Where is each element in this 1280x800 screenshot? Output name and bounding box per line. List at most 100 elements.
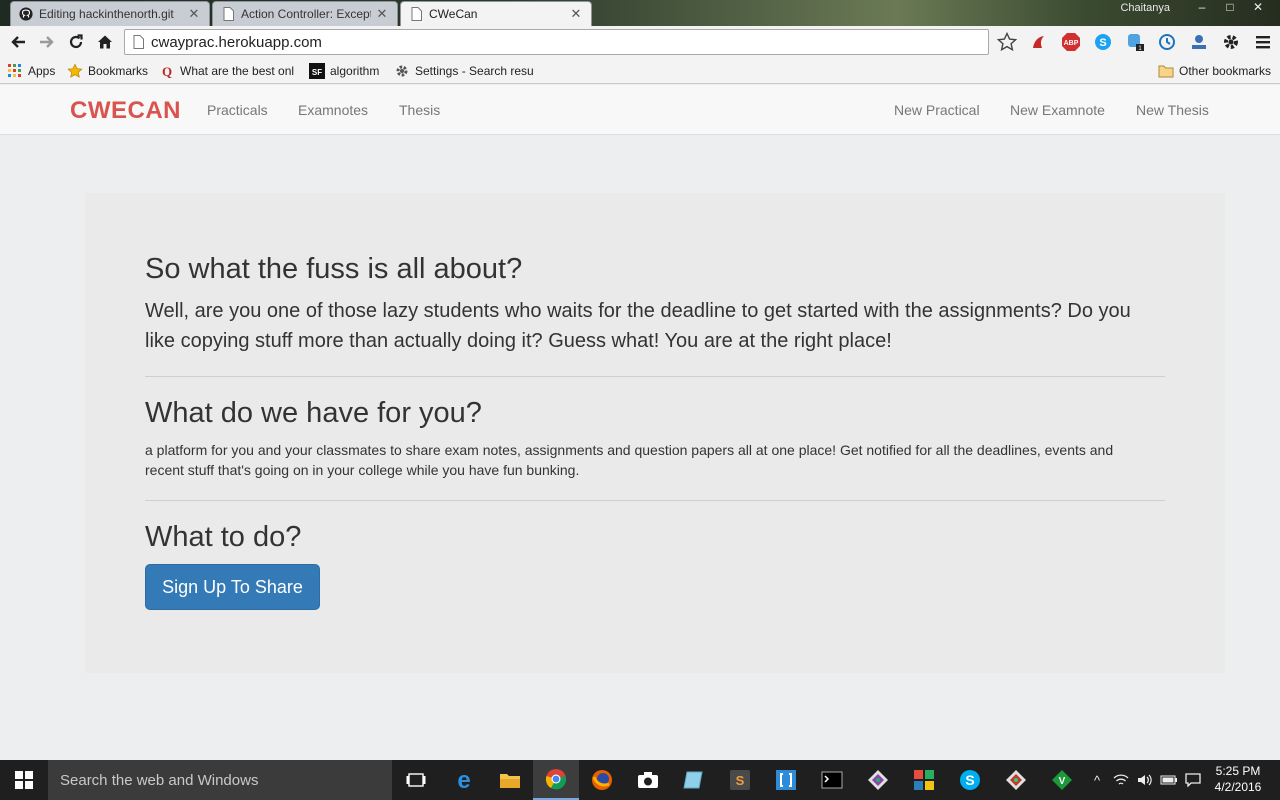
section-text-fuss: Well, are you one of those lazy students… — [145, 300, 1131, 352]
brackets-icon[interactable] — [763, 760, 809, 800]
forward-arrow-icon — [39, 36, 54, 48]
lastpass-extension-icon[interactable] — [1027, 30, 1051, 54]
gear-icon — [394, 63, 410, 79]
adblock-icon[interactable]: ABP — [1059, 30, 1083, 54]
close-icon[interactable]: ✕ — [569, 6, 583, 22]
clock-date: 4/2/2016 — [1214, 780, 1262, 794]
profile-name[interactable]: Chaitanya — [1120, 2, 1170, 14]
svg-text:V: V — [1059, 776, 1066, 787]
taskbar-search-input[interactable]: Search the web and Windows — [48, 760, 392, 800]
skype-extension-icon[interactable]: S — [1091, 30, 1115, 54]
close-icon[interactable]: ✕ — [187, 6, 201, 22]
bookmark-apps[interactable]: Apps — [7, 62, 55, 80]
windows-logo-icon — [15, 771, 33, 789]
star-bookmark-icon[interactable] — [995, 30, 1019, 54]
office-icon[interactable] — [901, 760, 947, 800]
nav-link-new-thesis[interactable]: New Thesis — [1136, 102, 1209, 118]
section-heading-fuss: So what the fuss is all about? — [145, 253, 523, 285]
url-text[interactable]: cwayprac.herokuapp.com — [151, 34, 322, 51]
forward-button[interactable] — [32, 28, 61, 56]
extension-badge-icon[interactable]: 1 — [1123, 30, 1147, 54]
page-icon — [221, 7, 235, 21]
section-heading-offer: What do we have for you? — [145, 397, 482, 429]
notifications-icon[interactable] — [1183, 770, 1203, 790]
other-bookmarks[interactable]: Other bookmarks — [1158, 62, 1271, 80]
terminal-icon[interactable] — [809, 760, 855, 800]
svg-text:S: S — [736, 773, 745, 788]
svg-text:Q: Q — [162, 64, 172, 78]
tab-title: CWeCan — [429, 7, 478, 21]
folder-icon — [1158, 63, 1174, 79]
section-text-offer: a platform for you and your classmates t… — [145, 442, 1114, 478]
tab-action-controller[interactable]: Action Controller: Exceptio ✕ — [212, 1, 398, 26]
sf-icon: SF — [309, 63, 325, 79]
gear-extension-icon[interactable] — [1219, 30, 1243, 54]
reload-icon — [69, 34, 83, 49]
home-button[interactable] — [90, 28, 119, 56]
nav-link-practicals[interactable]: Practicals — [207, 102, 268, 118]
section-heading-todo: What to do? — [145, 521, 302, 553]
skype-icon[interactable]: S — [947, 760, 993, 800]
firefox-icon[interactable] — [579, 760, 625, 800]
bookmark-quora[interactable]: Q What are the best onl — [159, 62, 297, 80]
history-extension-icon[interactable] — [1155, 30, 1179, 54]
camera-icon[interactable] — [625, 760, 671, 800]
site-navbar: CWECAN Practicals Examnotes Thesis New P… — [0, 85, 1280, 135]
bookmark-label: Settings - Search resu — [415, 64, 534, 78]
tab-editing-hackinthenorth[interactable]: Editing hackinthenorth.git ✕ — [10, 1, 210, 26]
star-icon — [67, 63, 83, 79]
bookmark-settings[interactable]: Settings - Search resu — [394, 62, 534, 80]
bookmark-algorithm[interactable]: SF algorithm — [309, 62, 379, 80]
back-arrow-icon — [10, 36, 25, 48]
git-gui-icon[interactable] — [993, 760, 1039, 800]
divider — [145, 376, 1165, 377]
gitkraken-icon[interactable] — [855, 760, 901, 800]
sublime-text-icon[interactable]: S — [717, 760, 763, 800]
tab-title: Editing hackinthenorth.git — [39, 7, 174, 21]
back-button[interactable] — [3, 28, 32, 56]
nav-link-new-practical[interactable]: New Practical — [894, 102, 980, 118]
sign-up-button[interactable]: Sign Up To Share — [145, 564, 320, 610]
minimize-icon[interactable]: – — [1188, 0, 1216, 18]
volume-icon[interactable] — [1135, 770, 1155, 790]
chevron-up-icon[interactable]: ^ — [1087, 770, 1107, 790]
tab-strip: Editing hackinthenorth.git ✕ Action Cont… — [0, 0, 1280, 26]
bookmark-label: Apps — [28, 64, 56, 78]
address-bar[interactable]: cwayprac.herokuapp.com — [124, 29, 989, 55]
maximize-icon[interactable]: □ — [1216, 0, 1244, 18]
system-clock[interactable]: 5:25 PM 4/2/2016 — [1212, 763, 1264, 795]
start-button[interactable] — [0, 760, 48, 800]
browser-toolbar: cwayprac.herokuapp.com ABP S 1 — [0, 26, 1280, 58]
tab-cwecan[interactable]: CWeCan ✕ — [400, 1, 592, 26]
apps-grid-icon — [7, 63, 23, 79]
nav-link-thesis[interactable]: Thesis — [399, 102, 440, 118]
search-placeholder: Search the web and Windows — [60, 771, 259, 789]
task-view-icon[interactable] — [393, 760, 439, 800]
notes-icon[interactable] — [671, 760, 717, 800]
tab-title: Action Controller: Exceptio — [241, 7, 371, 21]
vim-icon[interactable]: V — [1039, 760, 1085, 800]
window-close-icon[interactable]: ✕ — [1244, 0, 1272, 18]
menu-icon[interactable] — [1251, 30, 1275, 54]
reload-button[interactable] — [61, 28, 90, 56]
wifi-icon[interactable] — [1111, 770, 1131, 790]
nav-link-examnotes[interactable]: Examnotes — [298, 102, 368, 118]
clock-time: 5:25 PM — [1215, 764, 1261, 778]
bookmark-label: Bookmarks — [88, 64, 149, 78]
close-icon[interactable]: ✕ — [375, 6, 389, 22]
github-icon — [19, 7, 33, 21]
file-explorer-icon[interactable] — [487, 760, 533, 800]
brand-logo[interactable]: CWECAN — [70, 97, 181, 125]
svg-text:S: S — [965, 772, 974, 788]
bookmark-label: Other bookmarks — [1179, 64, 1272, 78]
download-extension-icon[interactable] — [1187, 30, 1211, 54]
edge-icon[interactable]: e — [441, 760, 487, 800]
bookmarks-bar: Apps Bookmarks Q What are the best onl S… — [0, 58, 1280, 84]
svg-text:S: S — [1099, 37, 1106, 49]
chrome-icon[interactable] — [533, 760, 579, 800]
windows-taskbar: Search the web and Windows e S S V ^ 5:2… — [0, 760, 1280, 800]
bookmark-bookmarks[interactable]: Bookmarks — [67, 62, 148, 80]
battery-icon[interactable] — [1159, 770, 1179, 790]
nav-link-new-examnote[interactable]: New Examnote — [1010, 102, 1105, 118]
svg-text:SF: SF — [312, 68, 322, 77]
